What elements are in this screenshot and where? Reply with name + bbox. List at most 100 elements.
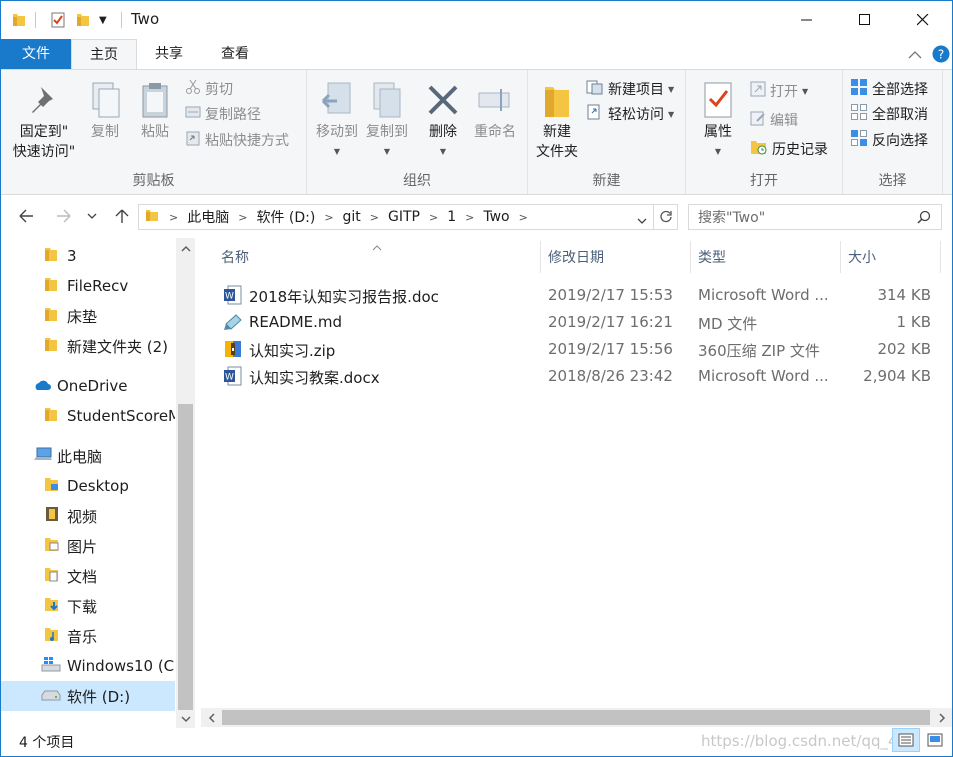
breadcrumb-chevron-icon[interactable]: > <box>459 211 480 224</box>
nav-item-downloads[interactable]: 下载 <box>1 591 175 621</box>
file-row[interactable]: W 认知实习教案.docx 2018/8/26 23:42 Microsoft … <box>213 363 943 390</box>
paste-button[interactable]: 粘贴 <box>133 80 177 142</box>
column-header-name[interactable]: 名称 <box>213 241 539 273</box>
tab-view[interactable]: 查看 <box>207 39 263 69</box>
column-header-type[interactable]: 类型 <box>690 241 840 273</box>
new-folder-button[interactable]: 新建 文件夹 <box>532 80 582 162</box>
tab-home[interactable]: 主页 <box>71 39 137 70</box>
nav-pane-scrollbar[interactable] <box>176 238 195 729</box>
delete-button[interactable]: 删除 ▼ <box>421 80 465 162</box>
details-view-icon[interactable] <box>892 728 920 752</box>
nav-item-folder-3[interactable]: 3 <box>1 241 175 271</box>
recent-locations-chevron-icon[interactable] <box>83 204 101 228</box>
nav-pane-scroll-thumb[interactable] <box>178 404 193 710</box>
back-arrow-icon[interactable] <box>13 204 39 228</box>
column-header-size[interactable]: 大小 <box>840 241 940 273</box>
horizontal-scroll-thumb[interactable] <box>222 710 930 725</box>
scroll-left-icon[interactable] <box>201 708 221 727</box>
breadcrumb-1[interactable]: 1 <box>444 209 459 225</box>
up-arrow-icon[interactable] <box>109 204 135 228</box>
column-header-date[interactable]: 修改日期 <box>540 241 690 273</box>
nav-item-videos[interactable]: 视频 <box>1 501 175 531</box>
file-row[interactable]: W 2018年认知实习报告报.doc 2019/2/17 15:53 Micro… <box>213 282 943 309</box>
move-to-button[interactable]: 移动到 ▼ <box>313 80 361 162</box>
select-all-label: 全部选择 <box>872 82 928 98</box>
help-icon[interactable]: ? <box>932 45 950 67</box>
new-item-button[interactable]: 新建项目 ▼ <box>586 77 674 101</box>
file-row[interactable]: README.md 2019/2/17 16:21 MD 文件 1 KB <box>213 309 943 336</box>
new-item-dropdown-icon: ▼ <box>668 84 675 94</box>
nav-item-music[interactable]: 音乐 <box>1 621 175 651</box>
copy-path-button[interactable]: 复制路径 <box>185 102 261 126</box>
easy-access-button[interactable]: 轻松访问 ▼ <box>586 102 674 126</box>
open-button[interactable]: 打开 ▼ <box>750 79 808 103</box>
select-none-button[interactable]: 全部取消 <box>850 102 928 126</box>
delete-label: 删除 <box>429 124 457 140</box>
tab-share[interactable]: 共享 <box>141 39 197 69</box>
search-icon[interactable] <box>917 210 931 228</box>
breadcrumb-chevron-icon[interactable]: > <box>364 211 385 224</box>
nav-item-studentscore[interactable]: StudentScoreM <box>1 401 175 431</box>
invert-selection-button[interactable]: 反向选择 <box>850 128 928 152</box>
large-icons-view-icon[interactable] <box>922 728 948 752</box>
rename-button[interactable]: 重命名 <box>469 80 521 142</box>
edit-button[interactable]: 编辑 <box>750 108 798 132</box>
copy-path-label: 复制路径 <box>205 107 261 123</box>
close-button[interactable] <box>894 1 952 39</box>
address-bar[interactable]: > 此电脑 > 软件 (D:) > git > GITP > 1 > Two > <box>138 204 678 230</box>
properties-icon[interactable] <box>50 11 66 29</box>
nav-item-desktop[interactable]: Desktop <box>1 471 175 501</box>
forward-arrow-icon[interactable] <box>51 204 77 228</box>
breadcrumb-chevron-icon[interactable]: > <box>163 211 184 224</box>
properties-button[interactable]: 属性 ▼ <box>696 80 740 162</box>
breadcrumb-chevron-icon[interactable]: > <box>318 211 339 224</box>
breadcrumb-gitp[interactable]: GITP <box>385 209 423 225</box>
nav-item-label: 3 <box>67 247 77 265</box>
history-button[interactable]: 历史记录 <box>750 137 828 161</box>
column-divider[interactable] <box>940 241 941 273</box>
file-name: 认知实习教案.docx <box>249 369 380 387</box>
breadcrumb-two[interactable]: Two <box>480 209 512 225</box>
breadcrumb-chevron-icon[interactable]: > <box>423 211 444 224</box>
search-input[interactable]: 搜索"Two" <box>688 204 942 230</box>
history-icon <box>750 139 768 159</box>
scroll-down-icon[interactable] <box>176 709 195 729</box>
nav-item-label: 音乐 <box>67 627 98 646</box>
scroll-up-icon[interactable] <box>176 238 195 258</box>
drive-icon <box>41 687 61 705</box>
breadcrumb-git[interactable]: git <box>340 209 364 225</box>
nav-item-label: 软件 (D:) <box>67 687 131 706</box>
nav-item-filerecv[interactable]: FileRecv <box>1 271 175 301</box>
copy-to-button[interactable]: 复制到 ▼ <box>363 80 411 162</box>
refresh-icon[interactable] <box>653 205 677 229</box>
nav-item-this-pc[interactable]: 此电脑 <box>1 441 175 471</box>
new-folder-icon[interactable] <box>75 11 91 29</box>
breadcrumb-chevron-icon[interactable]: > <box>513 211 534 224</box>
file-list-horizontal-scrollbar[interactable] <box>201 708 952 727</box>
nav-item-drive-c[interactable]: Windows10 (C: <box>1 651 175 681</box>
copy-button[interactable]: 复制 <box>83 80 127 142</box>
breadcrumb-this-pc[interactable]: 此电脑 <box>184 207 232 227</box>
nav-item-drive-d[interactable]: 软件 (D:) <box>1 681 175 711</box>
nav-item-documents[interactable]: 文档 <box>1 561 175 591</box>
nav-item-onedrive[interactable]: OneDrive <box>1 371 175 401</box>
breadcrumb-chevron-icon[interactable]: > <box>232 211 253 224</box>
address-history-chevron-icon[interactable] <box>637 213 647 229</box>
paste-shortcut-button[interactable]: 粘贴快捷方式 <box>185 128 289 152</box>
tab-file[interactable]: 文件 <box>1 39 71 69</box>
nav-item-chuangdian[interactable]: 床垫 <box>1 301 175 331</box>
new-group: 新建 文件夹 新建项目 ▼ 轻松访问 ▼ 新建 <box>528 70 686 194</box>
minimize-button[interactable] <box>778 1 836 39</box>
nav-item-new-folder-2[interactable]: 新建文件夹 (2) <box>1 331 175 361</box>
pin-quick-access-button[interactable]: 固定到" 快速访问" <box>9 80 79 162</box>
scroll-right-icon[interactable] <box>932 708 952 727</box>
edit-label: 编辑 <box>770 113 798 129</box>
file-row[interactable]: 认知实习.zip 2019/2/17 15:56 360压缩 ZIP 文件 20… <box>213 336 943 363</box>
maximize-button[interactable] <box>836 1 894 39</box>
breadcrumb-drive-d[interactable]: 软件 (D:) <box>253 207 318 227</box>
customize-quick-access-icon[interactable]: ▼ <box>99 11 107 29</box>
collapse-ribbon-icon[interactable] <box>908 48 922 64</box>
cut-button[interactable]: 剪切 <box>185 77 233 101</box>
select-all-button[interactable]: 全部选择 <box>850 77 928 101</box>
nav-item-pictures[interactable]: 图片 <box>1 531 175 561</box>
